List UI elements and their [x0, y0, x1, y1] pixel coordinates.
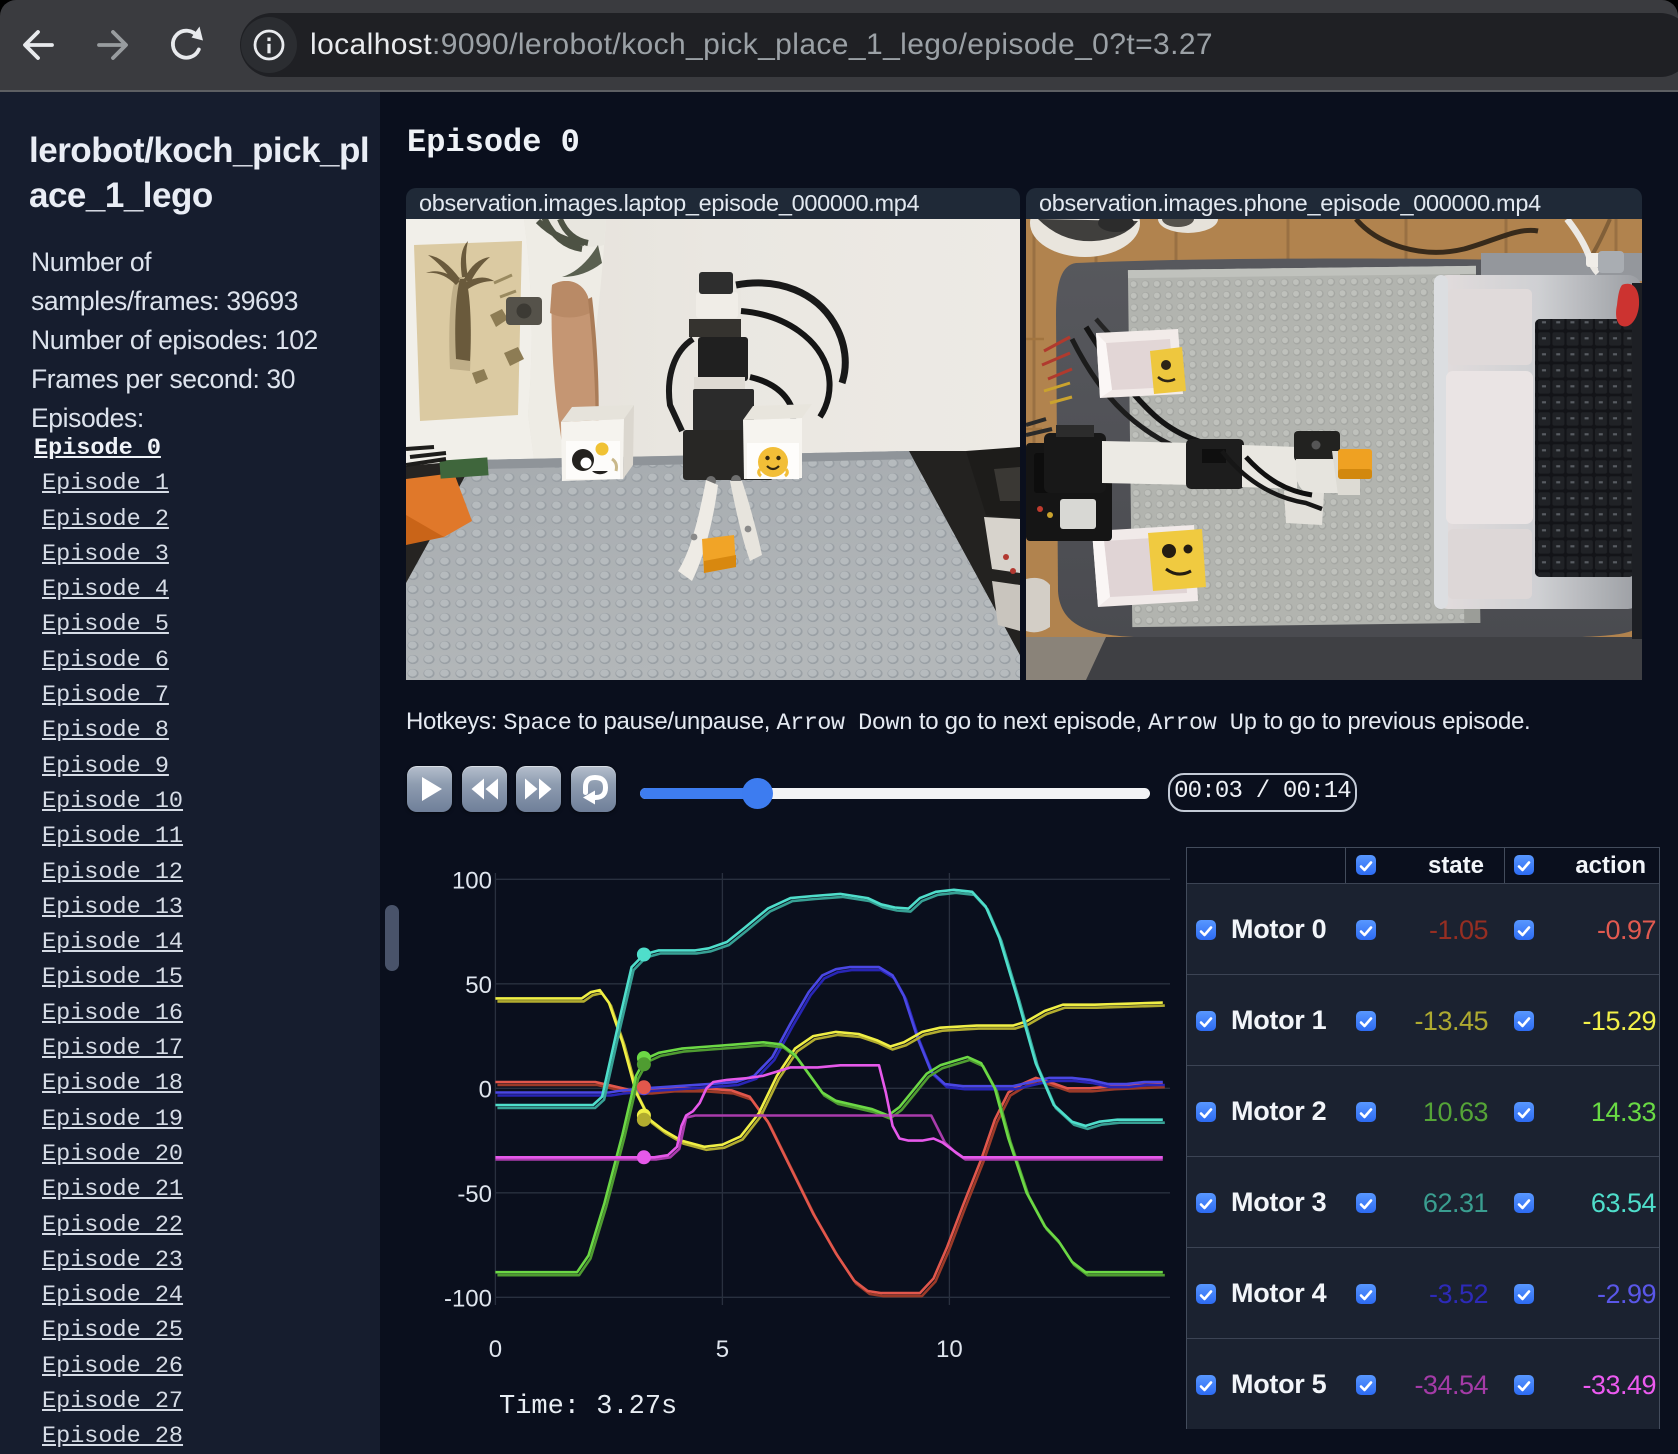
svg-text:0: 0 — [489, 1336, 502, 1363]
svg-text:100: 100 — [452, 867, 492, 894]
svg-text:50: 50 — [465, 972, 492, 999]
svg-text:10: 10 — [936, 1336, 963, 1363]
svg-text:0: 0 — [479, 1076, 492, 1103]
svg-text:-50: -50 — [457, 1181, 492, 1208]
svg-text:Time: 3.27s: Time: 3.27s — [499, 1392, 677, 1422]
svg-text:5: 5 — [716, 1336, 729, 1363]
svg-text:-100: -100 — [444, 1285, 492, 1312]
